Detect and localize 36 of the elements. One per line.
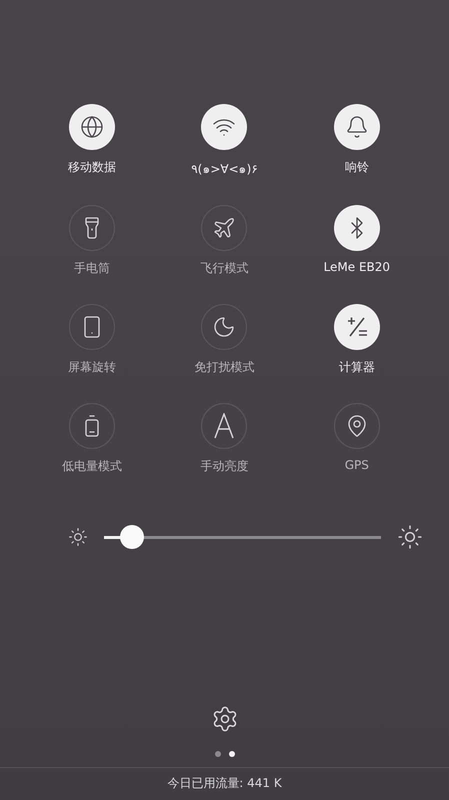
- toggle-button[interactable]: [69, 205, 116, 251]
- toggle-button[interactable]: [69, 304, 116, 350]
- toggle-label: 免打扰模式: [194, 359, 254, 376]
- toggle-button[interactable]: [201, 403, 248, 449]
- toggle-label: 低电量模式: [62, 458, 122, 475]
- toggle-label: 飞行模式: [200, 260, 248, 277]
- toggle-label: 响铃: [344, 159, 369, 176]
- bright-brightness-icon: [397, 524, 423, 550]
- toggle-label: 屏幕旋转: [68, 359, 116, 376]
- toggle-label: ٩(๑>∀<๑)۶: [191, 161, 258, 178]
- toggle-button[interactable]: [334, 304, 380, 350]
- data-usage-text: 今日已用流量: 441 K: [167, 775, 282, 792]
- globe-icon: [80, 115, 104, 139]
- page-dot[interactable]: [228, 751, 234, 757]
- page-dot[interactable]: [214, 751, 220, 757]
- toggle-button[interactable]: [69, 104, 116, 150]
- toggle-label: 手动亮度: [200, 458, 248, 475]
- toggle-button[interactable]: [334, 403, 380, 449]
- brightness-slider[interactable]: [104, 525, 381, 549]
- toggle-label: 计算器: [338, 359, 375, 376]
- toggle-button[interactable]: [201, 304, 248, 350]
- toggle-button[interactable]: [334, 104, 380, 150]
- moon-icon: [212, 315, 236, 339]
- toggle-label: 手电筒: [74, 260, 110, 277]
- slider-thumb[interactable]: [120, 525, 144, 549]
- bell-icon: [344, 115, 369, 139]
- toggle-button[interactable]: [201, 104, 248, 150]
- toggle-label: 移动数据: [68, 159, 116, 176]
- toggle-button[interactable]: [334, 205, 380, 251]
- toggle-button[interactable]: [201, 205, 248, 251]
- toggle-label: LeMe EB20: [324, 260, 390, 274]
- dim-brightness-icon: [68, 527, 88, 547]
- toggle-label: GPS: [344, 458, 369, 472]
- airplane-icon: [212, 216, 236, 240]
- toggle-button[interactable]: [69, 403, 116, 449]
- letter-a-icon: [213, 413, 236, 439]
